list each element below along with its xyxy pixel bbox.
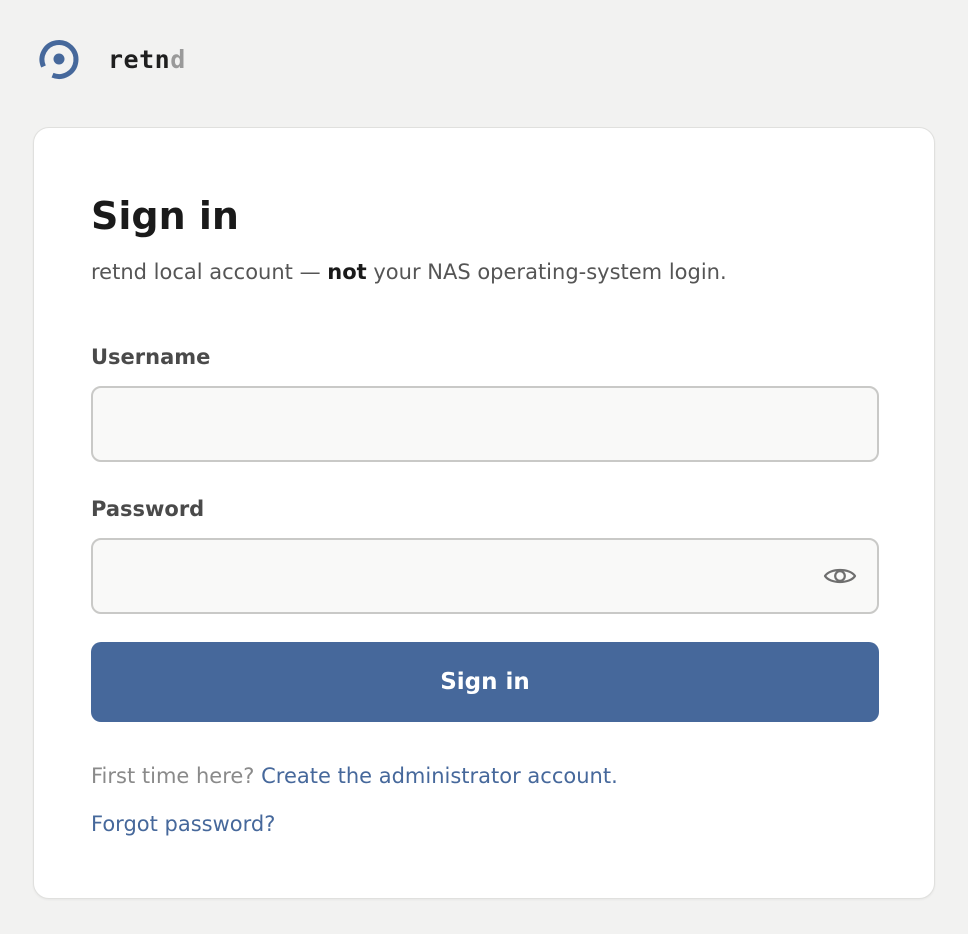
password-label: Password xyxy=(91,497,205,521)
first-time-text: First time here? Create the administrato… xyxy=(91,761,618,791)
show-password-eye-icon[interactable] xyxy=(822,560,858,592)
subtitle: retnd local account — not your NAS opera… xyxy=(91,257,727,287)
brand-name-main: retn xyxy=(108,44,171,74)
username-label: Username xyxy=(91,345,211,369)
eye-icon xyxy=(823,568,857,584)
brand-name: retnd xyxy=(108,47,186,72)
page-title: Sign in xyxy=(91,194,239,238)
sign-in-card: Sign in retnd local account — not your N… xyxy=(33,127,935,899)
create-admin-link[interactable]: Create the administrator account. xyxy=(261,764,618,788)
brand: retnd xyxy=(36,36,186,82)
subtitle-before: retnd local account — xyxy=(91,260,328,284)
password-input[interactable] xyxy=(91,538,879,614)
subtitle-after: your NAS operating-system login. xyxy=(366,260,727,284)
subtitle-emphasis: not xyxy=(327,260,367,284)
forgot-password-link[interactable]: Forgot password? xyxy=(91,809,275,839)
username-input[interactable] xyxy=(91,386,879,462)
retnd-logo-icon xyxy=(39,39,79,79)
sign-in-button[interactable]: Sign in xyxy=(91,642,879,722)
brand-name-dim: d xyxy=(170,44,186,74)
first-time-prompt: First time here? xyxy=(91,764,262,788)
